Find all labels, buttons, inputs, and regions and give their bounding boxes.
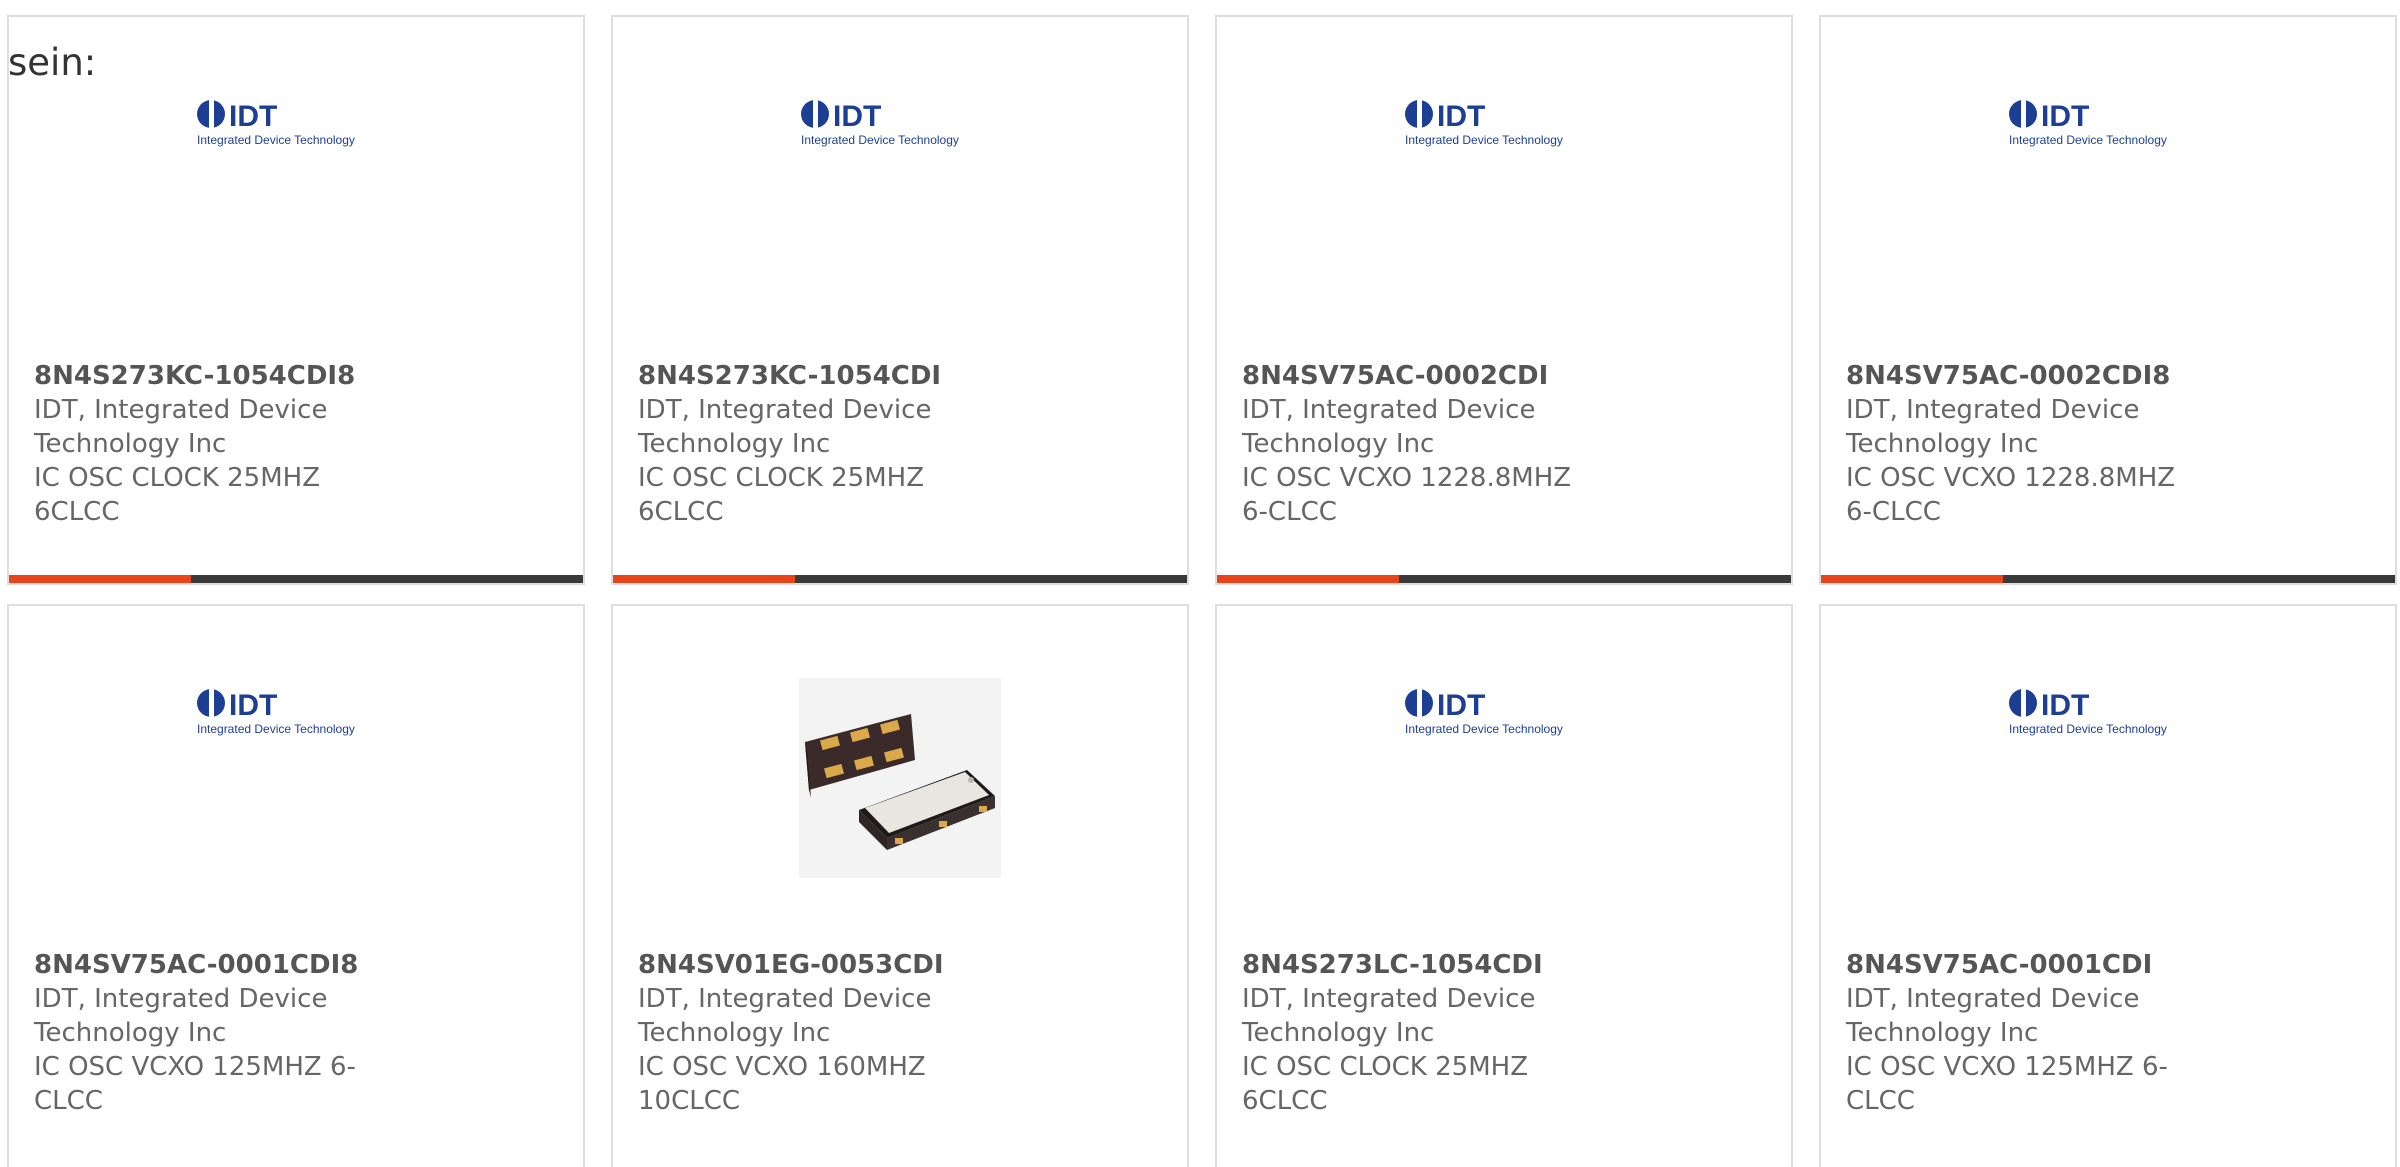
manufacturer: IDT, Integrated Device Technology Inc <box>34 395 328 459</box>
part-number[interactable]: 8N4S273KC-1054CDI8 <box>34 359 364 393</box>
manufacturer: IDT, Integrated Device Technology Inc <box>638 395 932 459</box>
product-info: 8N4SV75AC-0001CDI IDT, Integrated Device… <box>1846 948 2176 1118</box>
description: IC OSC VCXO 1228.8MHZ 6-CLCC <box>1846 463 2176 527</box>
idt-logo: IDT Integrated Device Technology <box>195 683 397 739</box>
card-accent-bar <box>1821 575 2395 583</box>
oscillator-package-image <box>799 678 1001 878</box>
manufacturer: IDT, Integrated Device Technology Inc <box>34 984 328 1048</box>
manufacturer: IDT, Integrated Device Technology Inc <box>1242 395 1536 459</box>
product-info: 8N4S273KC-1054CDI8 IDT, Integrated Devic… <box>34 359 364 529</box>
svg-text:Integrated Device Technology: Integrated Device Technology <box>801 133 959 147</box>
product-card[interactable]: IDT Integrated Device Technology 8N4SV75… <box>1215 15 1793 585</box>
part-number[interactable]: 8N4SV75AC-0001CDI <box>1846 948 2176 982</box>
idt-logo: IDT Integrated Device Technology <box>1403 94 1605 150</box>
description: IC OSC CLOCK 25MHZ 6CLCC <box>34 463 320 527</box>
product-info: 8N4SV75AC-0001CDI8 IDT, Integrated Devic… <box>34 948 364 1118</box>
idt-logo: IDT Integrated Device Technology <box>2007 94 2209 150</box>
svg-text:IDT: IDT <box>229 689 277 722</box>
card-accent-bar <box>613 575 1187 583</box>
description: IC OSC VCXO 1228.8MHZ 6-CLCC <box>1242 463 1572 527</box>
svg-text:Integrated Device Technology: Integrated Device Technology <box>2009 133 2167 147</box>
idt-logo: IDT Integrated Device Technology <box>799 94 1001 150</box>
intro-text: sein: <box>8 41 97 84</box>
svg-text:IDT: IDT <box>2041 100 2089 133</box>
card-accent-bar <box>9 575 583 583</box>
svg-text:Integrated Device Technology: Integrated Device Technology <box>1405 722 1563 736</box>
product-info: 8N4SV75AC-0002CDI IDT, Integrated Device… <box>1242 359 1572 529</box>
idt-logo: IDT Integrated Device Technology <box>2007 683 2209 739</box>
product-card[interactable]: 8N4SV01EG-0053CDI IDT, Integrated Device… <box>611 604 1189 1167</box>
manufacturer: IDT, Integrated Device Technology Inc <box>1846 395 2140 459</box>
product-card[interactable]: IDT Integrated Device Technology 8N4S273… <box>1215 604 1793 1167</box>
product-info: 8N4SV01EG-0053CDI IDT, Integrated Device… <box>638 948 968 1118</box>
description: IC OSC CLOCK 25MHZ 6CLCC <box>638 463 924 527</box>
idt-logo: IDT Integrated Device Technology <box>195 94 397 150</box>
svg-text:IDT: IDT <box>229 100 277 133</box>
part-number[interactable]: 8N4S273KC-1054CDI <box>638 359 968 393</box>
part-number[interactable]: 8N4SV75AC-0001CDI8 <box>34 948 364 982</box>
product-grid: sein: IDT Integrated Device Technology 8… <box>0 0 2400 1167</box>
svg-text:IDT: IDT <box>1437 689 1485 722</box>
product-card[interactable]: IDT Integrated Device Technology 8N4S273… <box>7 15 585 585</box>
idt-logo: IDT Integrated Device Technology <box>1403 683 1605 739</box>
description: IC OSC CLOCK 25MHZ 6CLCC <box>1242 1052 1528 1116</box>
description: IC OSC VCXO 125MHZ 6-CLCC <box>1846 1052 2168 1116</box>
product-info: 8N4SV75AC-0002CDI8 IDT, Integrated Devic… <box>1846 359 2176 529</box>
manufacturer: IDT, Integrated Device Technology Inc <box>1242 984 1536 1048</box>
product-info: 8N4S273KC-1054CDI IDT, Integrated Device… <box>638 359 968 529</box>
product-card[interactable]: IDT Integrated Device Technology 8N4SV75… <box>1819 604 2397 1167</box>
product-card[interactable]: IDT Integrated Device Technology 8N4SV75… <box>7 604 585 1167</box>
product-card[interactable]: IDT Integrated Device Technology 8N4SV75… <box>1819 15 2397 585</box>
part-number[interactable]: 8N4SV75AC-0002CDI <box>1242 359 1572 393</box>
part-number[interactable]: 8N4SV01EG-0053CDI <box>638 948 968 982</box>
card-accent-bar <box>1217 575 1791 583</box>
part-number[interactable]: 8N4S273LC-1054CDI <box>1242 948 1572 982</box>
product-info: 8N4S273LC-1054CDI IDT, Integrated Device… <box>1242 948 1572 1118</box>
svg-text:Integrated Device Technology: Integrated Device Technology <box>197 722 355 736</box>
svg-text:Integrated Device Technology: Integrated Device Technology <box>197 133 355 147</box>
svg-text:Integrated Device Technology: Integrated Device Technology <box>1405 133 1563 147</box>
part-number[interactable]: 8N4SV75AC-0002CDI8 <box>1846 359 2176 393</box>
product-card[interactable]: IDT Integrated Device Technology 8N4S273… <box>611 15 1189 585</box>
svg-text:IDT: IDT <box>1437 100 1485 133</box>
description: IC OSC VCXO 125MHZ 6-CLCC <box>34 1052 356 1116</box>
svg-text:IDT: IDT <box>2041 689 2089 722</box>
svg-text:IDT: IDT <box>833 100 881 133</box>
description: IC OSC VCXO 160MHZ 10CLCC <box>638 1052 926 1116</box>
manufacturer: IDT, Integrated Device Technology Inc <box>1846 984 2140 1048</box>
svg-text:Integrated Device Technology: Integrated Device Technology <box>2009 722 2167 736</box>
manufacturer: IDT, Integrated Device Technology Inc <box>638 984 932 1048</box>
